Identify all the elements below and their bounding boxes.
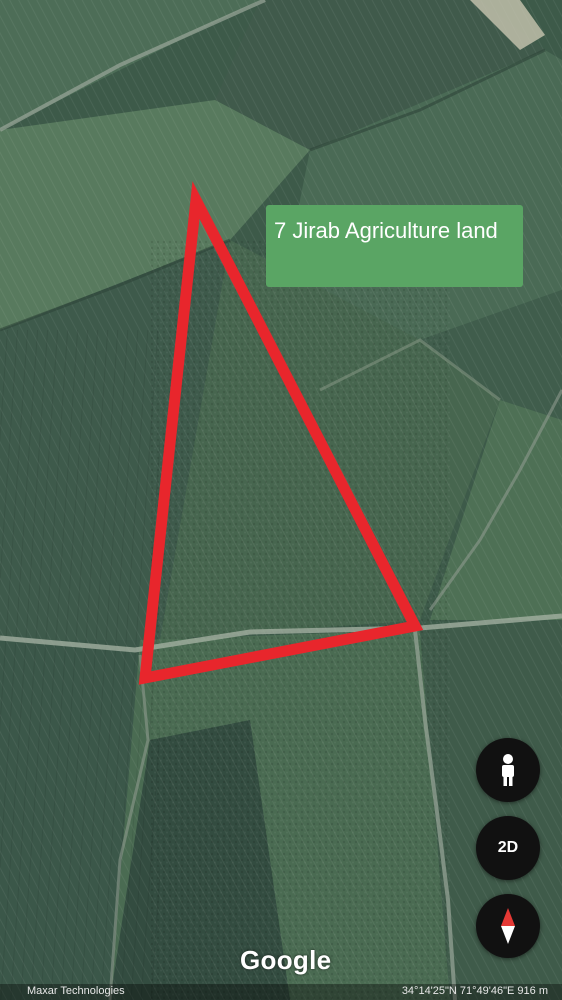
- pegman-icon: [502, 754, 514, 786]
- land-label[interactable]: 7 Jirab Agriculture land: [266, 205, 523, 287]
- compass-icon: [501, 908, 515, 944]
- street-view-button[interactable]: [476, 738, 540, 802]
- coordinates-readout: 34°14'25"N 71°49'46"E 916 m: [401, 985, 548, 997]
- land-label-text: 7 Jirab Agriculture land: [274, 218, 498, 243]
- imagery-attribution: Maxar Technologies: [27, 985, 125, 997]
- google-logo: Google: [240, 945, 332, 975]
- compass-button[interactable]: [476, 894, 540, 958]
- view-mode-label: 2D: [497, 839, 519, 856]
- view-mode-toggle-button[interactable]: 2D: [476, 816, 540, 880]
- field-texture: [150, 240, 450, 1000]
- field-texture: [0, 330, 160, 1000]
